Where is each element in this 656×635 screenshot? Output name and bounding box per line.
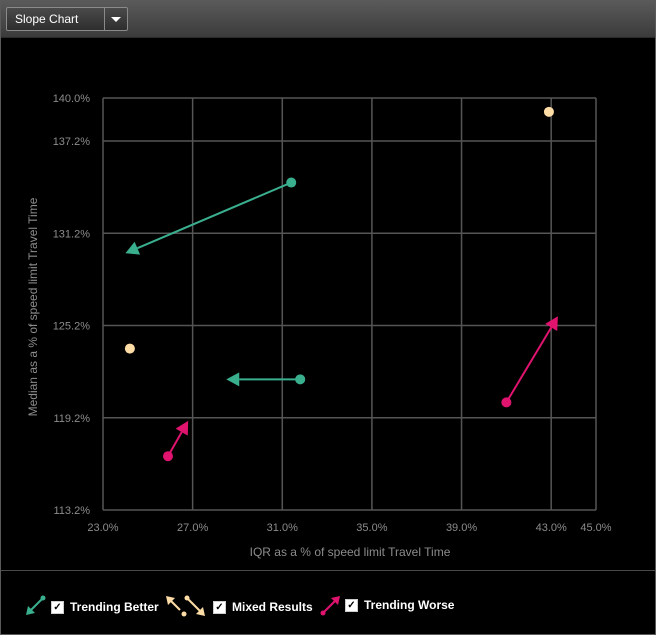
arrow-up-right-icon — [320, 596, 340, 616]
toolbar: Slope Chart — [1, 1, 655, 38]
legend-item-mixed-results: ✓ Mixed Results — [165, 595, 313, 619]
trend-line-worse — [505, 326, 553, 403]
legend-label-trending-better: Trending Better — [70, 600, 159, 614]
x-tick-label: 35.0% — [356, 522, 387, 534]
chart-type-label: Slope Chart — [15, 12, 79, 26]
trending-worse-checkbox[interactable]: ✓ — [345, 598, 358, 612]
dropdown-toggle-button[interactable] — [104, 8, 127, 30]
chevron-down-icon — [111, 16, 121, 22]
x-tick-label: 23.0% — [87, 522, 118, 534]
mixed-arrows-icon — [166, 595, 205, 617]
data-point-mixed — [543, 106, 554, 117]
x-tick-label: 39.0% — [446, 522, 477, 534]
x-axis-label: IQR as a % of speed limit Travel Time — [250, 545, 451, 559]
x-tick-label: 31.0% — [267, 522, 298, 534]
data-point-mixed — [124, 343, 135, 354]
chart-type-dropdown[interactable]: Slope Chart — [6, 7, 128, 31]
legend-label-mixed-results: Mixed Results — [232, 600, 313, 614]
trend-start-point-better — [286, 177, 297, 188]
y-tick-label: 137.2% — [53, 136, 91, 148]
arrow-down-left-icon — [26, 595, 46, 615]
x-tick-label: 43.0% — [536, 522, 567, 534]
legend-item-trending-better: ✓ Trending Better — [23, 595, 159, 619]
x-tick-label: 27.0% — [177, 522, 208, 534]
y-tick-label: 131.2% — [53, 228, 91, 240]
trend-line-better — [136, 181, 292, 250]
check-icon: ✓ — [347, 599, 356, 611]
legend-label-trending-worse: Trending Worse — [364, 598, 455, 612]
arrowhead-better — [226, 372, 240, 387]
x-tick-label: 45.0% — [580, 522, 611, 534]
y-tick-label: 119.2% — [54, 413, 91, 425]
legend-item-trending-worse: ✓ Trending Worse — [319, 593, 454, 617]
trending-better-checkbox[interactable]: ✓ — [51, 600, 64, 614]
check-icon: ✓ — [215, 601, 224, 613]
trend-start-point-better — [295, 374, 306, 385]
mixed-results-checkbox[interactable]: ✓ — [213, 600, 226, 614]
y-tick-label: 113.2% — [54, 505, 91, 517]
check-icon: ✓ — [53, 601, 62, 613]
trend-start-point-worse — [501, 397, 512, 408]
y-tick-label: 125.2% — [53, 321, 91, 333]
legend: ✓ Trending Better ✓ Mixed Results ✓ Tren… — [1, 570, 655, 634]
y-tick-label: 140.0% — [53, 93, 91, 105]
trend-start-point-worse — [162, 451, 173, 462]
chart-window: Slope Chart 23.0% 27.0% 31.0% 35.0% 39.0% 43.… — [0, 0, 656, 635]
y-axis-label: Median as a % of speed limit Travel Time — [26, 197, 40, 416]
slope-chart: 23.0% 27.0% 31.0% 35.0% 39.0% 43.0% 45.0% 113.2… — [26, 93, 612, 559]
